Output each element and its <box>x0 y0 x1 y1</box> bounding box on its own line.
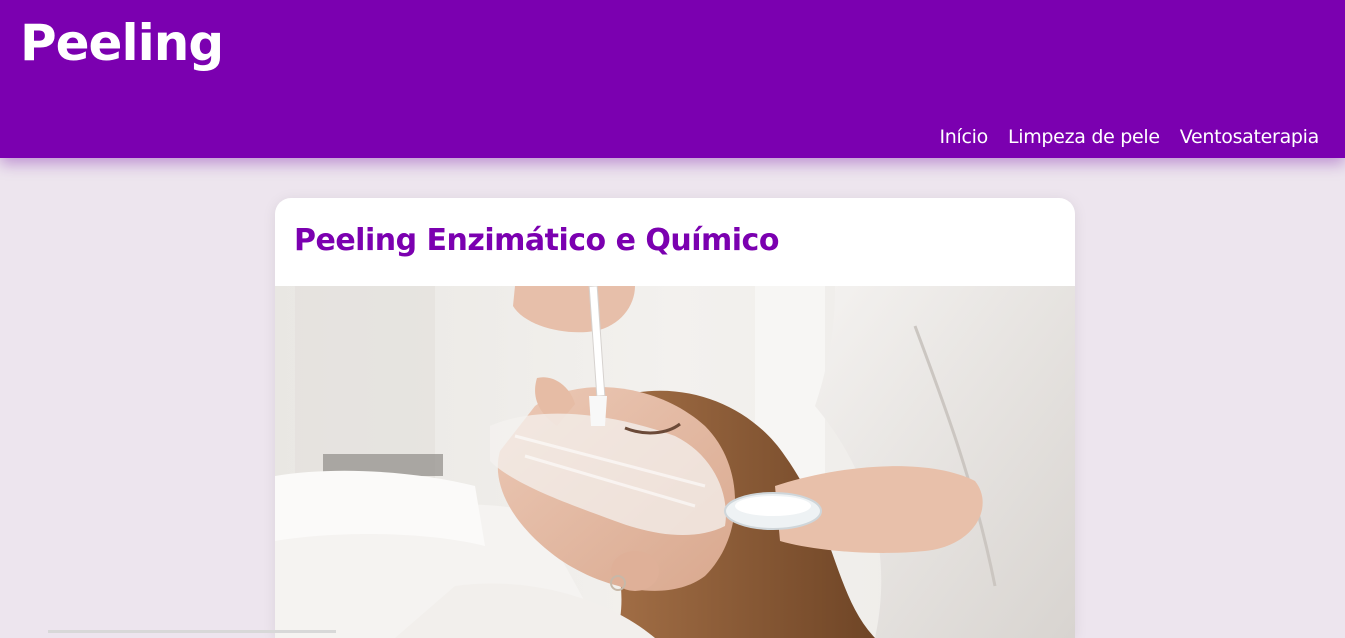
card-title: Peeling Enzimático e Químico <box>294 223 779 258</box>
nav-link-inicio[interactable]: Início <box>939 124 988 150</box>
main-nav: Início Limpeza de pele Ventosaterapia <box>939 124 1319 150</box>
nav-link-limpeza-de-pele[interactable]: Limpeza de pele <box>1008 124 1160 150</box>
site-header: Peeling Início Limpeza de pele Ventosate… <box>0 0 1345 158</box>
site-title: Peeling <box>20 14 224 72</box>
nav-link-ventosaterapia[interactable]: Ventosaterapia <box>1180 124 1320 150</box>
treatment-card: Peeling Enzimático e Químico <box>275 198 1075 638</box>
treatment-photo <box>275 286 1075 638</box>
